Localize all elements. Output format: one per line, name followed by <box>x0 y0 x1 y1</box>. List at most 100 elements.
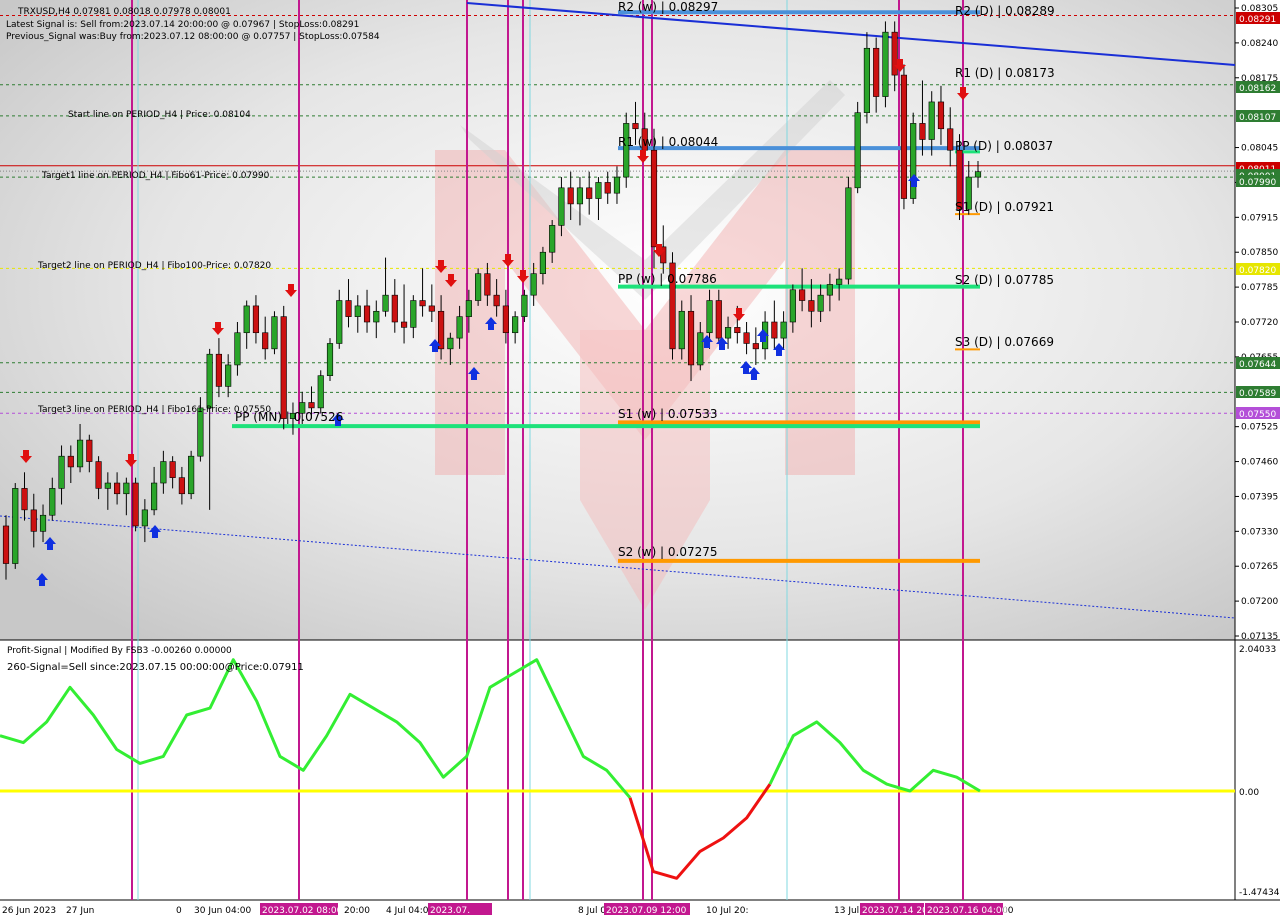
time-label-7: 10 Jul 20: <box>706 906 749 916</box>
chart-window: TRXUSD,H4 0.07981 0.08018 0.07978 0.0800… <box>0 0 1280 920</box>
price-badge-label-8: 0.07589 <box>1239 389 1276 399</box>
candle-body <box>345 300 352 317</box>
candle-body <box>123 482 130 495</box>
candle-body <box>836 278 843 285</box>
time-highlight-label-4: 2023.07.16 04:00 <box>927 906 1008 916</box>
indicator-plot-bg <box>0 641 1235 900</box>
price-badge-label-2: 0.08107 <box>1239 113 1276 123</box>
candle-body <box>576 187 584 205</box>
candle-body <box>604 182 611 194</box>
candle-body <box>882 31 889 97</box>
candle-body <box>586 187 593 199</box>
candle-body <box>780 321 787 339</box>
candle-body <box>30 509 37 532</box>
indicator-axis-top: 2.04033 <box>1239 645 1276 655</box>
candle-body <box>188 455 195 495</box>
price-tick-label-7: 0.07785 <box>1241 283 1278 293</box>
price-tick-label-8: 0.07720 <box>1241 318 1278 328</box>
price-tick-label-12: 0.07395 <box>1241 492 1278 502</box>
candle-body <box>206 353 213 409</box>
candle-body <box>919 123 926 140</box>
candle-body <box>752 343 759 350</box>
time-label-6: 8 Jul 0 <box>578 906 606 916</box>
candle-body <box>771 321 778 339</box>
candle-body <box>234 332 241 366</box>
candle-body <box>86 439 93 462</box>
candle-body <box>438 310 445 350</box>
candle-body <box>521 294 528 317</box>
candle-body <box>114 482 121 495</box>
candle-body <box>400 321 408 328</box>
time-label-3: 30 Jun 04:00 <box>194 906 251 916</box>
candle-body <box>58 455 65 489</box>
candle-body <box>178 477 185 495</box>
price-tick-label-11: 0.07460 <box>1241 458 1278 468</box>
time-label-0: 26 Jun 2023 <box>2 906 56 916</box>
candle-body <box>308 402 315 409</box>
candle-body <box>363 305 371 323</box>
time-label-4: 20:00 <box>344 906 370 916</box>
candle-body <box>530 273 537 296</box>
pivot-s2d-label: S2 (D) | 0.07785 <box>955 273 1054 287</box>
indicator-signal: 260-Signal=Sell since:2023.07.15 00:00:0… <box>7 662 304 673</box>
candle-body <box>845 187 852 280</box>
price-badge-label-5: 0.07990 <box>1239 178 1276 188</box>
candle-body <box>928 101 935 140</box>
candle-body <box>141 509 148 527</box>
price-tick-label-10: 0.07525 <box>1241 423 1278 433</box>
candle-body <box>697 332 704 366</box>
time-label-5: 4 Jul 04:00 <box>386 906 435 916</box>
price-tick-label-15: 0.07200 <box>1241 597 1278 607</box>
header-symbol-line: TRXUSD,H4 0.07981 0.08018 0.07978 0.0800… <box>17 7 231 17</box>
candle-body <box>447 337 454 350</box>
candle-body <box>502 305 509 334</box>
candle-body <box>373 310 380 323</box>
indicator-axis-zero: 0.00 <box>1239 788 1259 798</box>
candle-body <box>39 514 47 532</box>
candle-body <box>799 289 806 301</box>
candle-body <box>317 375 324 409</box>
candle-body <box>826 284 833 296</box>
indicator-axis-bottom: -1.47434 <box>1239 888 1280 898</box>
candle-body <box>974 171 982 178</box>
candle-body <box>465 300 472 317</box>
candle-body <box>650 149 658 248</box>
candle-body <box>863 47 870 113</box>
pivot-r1d-label: R1 (D) | 0.08173 <box>955 66 1055 80</box>
candle-body <box>151 482 158 511</box>
target2-line-label: Target2 line on PERIOD_H4 | Fibo100-Pric… <box>37 261 271 271</box>
candle-body <box>623 123 630 178</box>
candle-body <box>891 31 898 76</box>
pivot-s3d-label: S3 (D) | 0.07669 <box>955 335 1054 349</box>
pivot-r2w-label: R2 (w) | 0.08297 <box>618 0 718 14</box>
candle-body <box>706 300 713 334</box>
price-tick-label-6: 0.07850 <box>1241 248 1278 258</box>
time-label-8: 13 Jul <box>834 906 859 916</box>
candle-body <box>456 316 463 339</box>
time-highlight-label-2: 2023.07.09 12:00 <box>606 906 687 916</box>
time-highlight-label-3: 2023.07.14 20 <box>862 906 928 916</box>
price-badge-label-9: 0.07550 <box>1239 410 1276 420</box>
candle-body <box>743 332 750 344</box>
candle-body <box>558 187 565 226</box>
indicator-title: Profit-Signal | Modified By FSB3 -0.0026… <box>7 646 232 656</box>
time-axis: 26 Jun 2023 27 Jun 0 30 Jun 04:00 20:00 4 Jul… <box>2 903 1014 916</box>
price-badge-label-6: 0.07820 <box>1239 266 1276 276</box>
candle-body <box>132 482 139 527</box>
candle-body <box>419 300 426 307</box>
candle-body <box>910 123 917 199</box>
candle-body <box>280 316 287 419</box>
pivot-s1d-label: S1 (D) | 0.07921 <box>955 200 1054 214</box>
price-tick-label-3: 0.08045 <box>1241 144 1278 154</box>
candle-body <box>900 74 908 199</box>
candle-body <box>336 300 343 344</box>
candle-body <box>567 187 574 205</box>
candle-body <box>67 455 74 468</box>
candle-body <box>262 332 269 350</box>
time-highlight-label-1: 2023.07. <box>430 906 470 916</box>
candle-body <box>225 364 232 387</box>
candle-body <box>354 305 361 317</box>
price-tick-label-1: 0.08240 <box>1241 39 1278 49</box>
candle-body <box>854 112 861 189</box>
candle-body <box>632 123 639 130</box>
